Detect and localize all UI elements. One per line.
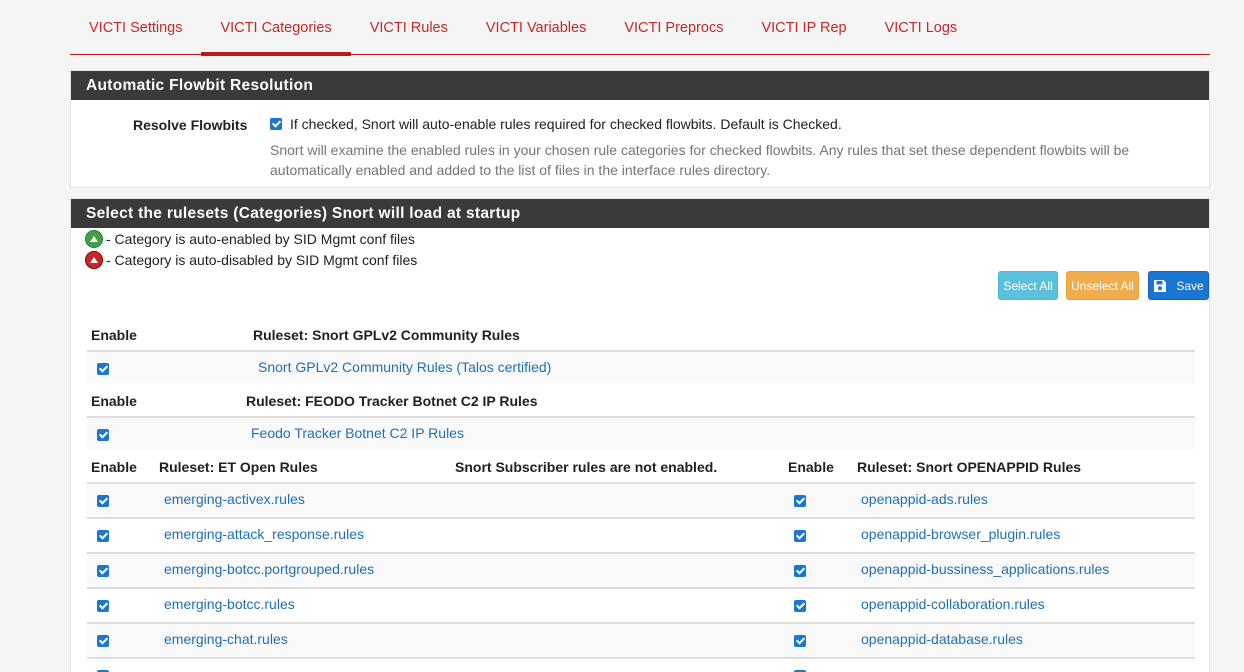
save-label: Save: [1176, 278, 1204, 293]
table-row: emerging-botcc.portgrouped.rules openapp…: [87, 552, 1195, 587]
resolve-flowbits-label: Resolve Flowbits: [133, 117, 248, 133]
tab-victi-settings[interactable]: VICTI Settings: [70, 0, 201, 55]
tab-victi-preprocs[interactable]: VICTI Preprocs: [605, 0, 742, 55]
openappid-rule-checkbox[interactable]: [794, 600, 806, 612]
gplv2-row: Snort GPLv2 Community Rules (Talos certi…: [87, 350, 1195, 383]
unselect-all-button[interactable]: Unselect All: [1066, 271, 1139, 300]
et-rule-checkbox[interactable]: [97, 635, 109, 647]
openappid-rule-link[interactable]: openappid-database.rules: [861, 631, 1023, 647]
et-rule-link[interactable]: emerging-chat.rules: [164, 631, 288, 647]
legend-enabled: - Category is auto-enabled by SID Mgmt c…: [85, 230, 415, 248]
et-enable-header: Enable: [91, 459, 137, 475]
resolve-flowbits-text: If checked, Snort will auto-enable rules…: [290, 116, 842, 132]
legend-enabled-text: - Category is auto-enabled by SID Mgmt c…: [106, 231, 415, 247]
feodo-checkbox[interactable]: [97, 429, 109, 441]
feodo-rules-link[interactable]: Feodo Tracker Botnet C2 IP Rules: [251, 425, 464, 441]
feodo-enable-header: Enable: [91, 393, 137, 409]
legend-disabled-text: - Category is auto-disabled by SID Mgmt …: [106, 252, 418, 268]
tab-victi-categories[interactable]: VICTI Categories: [201, 0, 351, 56]
rulesets-panel-heading: Select the rulesets (Categories) Snort w…: [71, 199, 1209, 228]
feodo-row: Feodo Tracker Botnet C2 IP Rules: [87, 416, 1195, 449]
auto-disabled-icon: [85, 251, 103, 269]
et-rule-link[interactable]: emerging-botcc.rules: [164, 596, 295, 612]
openappid-rule-checkbox[interactable]: [794, 565, 806, 577]
et-rule-link[interactable]: emerging-activex.rules: [164, 491, 305, 507]
resolve-flowbits-checkbox[interactable]: [270, 118, 282, 130]
gplv2-ruleset-header: Ruleset: Snort GPLv2 Community Rules: [253, 327, 520, 343]
openappid-ruleset-header: Ruleset: Snort OPENAPPID Rules: [857, 459, 1082, 475]
et-rule-link[interactable]: emerging-attack_response.rules: [164, 526, 364, 542]
select-all-button[interactable]: Select All: [998, 271, 1058, 300]
resolve-flowbits-help: Snort will examine the enabled rules in …: [270, 142, 1130, 178]
legend-disabled: - Category is auto-disabled by SID Mgmt …: [85, 251, 417, 269]
openappid-rule-link[interactable]: openappid-browser_plugin.rules: [861, 526, 1060, 542]
et-ruleset-header: Ruleset: ET Open Rules: [159, 459, 318, 475]
flowbit-panel: Automatic Flowbit Resolution Resolve Flo…: [70, 70, 1210, 188]
save-button[interactable]: Save: [1148, 271, 1209, 300]
table-row: emerging-activex.rules openappid-ads.rul…: [87, 482, 1195, 517]
table-row: emerging-botcc.rules openappid-collabora…: [87, 587, 1195, 622]
et-rule-checkbox[interactable]: [97, 495, 109, 507]
save-icon: [1154, 279, 1167, 292]
table-row: emerging-chat.rules openappid-database.r…: [87, 622, 1195, 657]
gplv2-checkbox[interactable]: [97, 363, 109, 375]
openappid-rule-link[interactable]: openappid-collaboration.rules: [861, 596, 1045, 612]
et-rule-link[interactable]: emerging-botcc.portgrouped.rules: [164, 561, 374, 577]
openappid-rule-checkbox[interactable]: [794, 635, 806, 647]
tab-bar: VICTI Settings VICTI Categories VICTI Ru…: [70, 0, 1210, 56]
gplv2-rules-link[interactable]: Snort GPLv2 Community Rules (Talos certi…: [258, 359, 551, 375]
table-row: [87, 657, 1195, 672]
feodo-ruleset-header: Ruleset: FEODO Tracker Botnet C2 IP Rule…: [246, 393, 538, 409]
tab-victi-ip-rep[interactable]: VICTI IP Rep: [742, 0, 865, 55]
et-rule-checkbox[interactable]: [97, 530, 109, 542]
openappid-rule-link[interactable]: openappid-bussiness_applications.rules: [861, 561, 1109, 577]
tab-victi-rules[interactable]: VICTI Rules: [351, 0, 467, 55]
flowbit-panel-heading: Automatic Flowbit Resolution: [71, 71, 1209, 100]
et-rule-checkbox[interactable]: [97, 565, 109, 577]
table-row: emerging-attack_response.rules openappid…: [87, 517, 1195, 552]
rulesets-panel: Select the rulesets (Categories) Snort w…: [70, 198, 1210, 672]
tab-victi-logs[interactable]: VICTI Logs: [866, 0, 977, 55]
gplv2-enable-header: Enable: [91, 327, 137, 343]
auto-enabled-icon: [85, 230, 103, 248]
openappid-rule-link[interactable]: openappid-ads.rules: [861, 491, 988, 507]
openappid-rule-checkbox[interactable]: [794, 530, 806, 542]
openappid-rule-checkbox[interactable]: [794, 495, 806, 507]
openappid-enable-header: Enable: [788, 459, 834, 475]
et-rule-checkbox[interactable]: [97, 600, 109, 612]
subscriber-note: Snort Subscriber rules are not enabled.: [455, 459, 718, 475]
tab-victi-variables[interactable]: VICTI Variables: [467, 0, 605, 55]
